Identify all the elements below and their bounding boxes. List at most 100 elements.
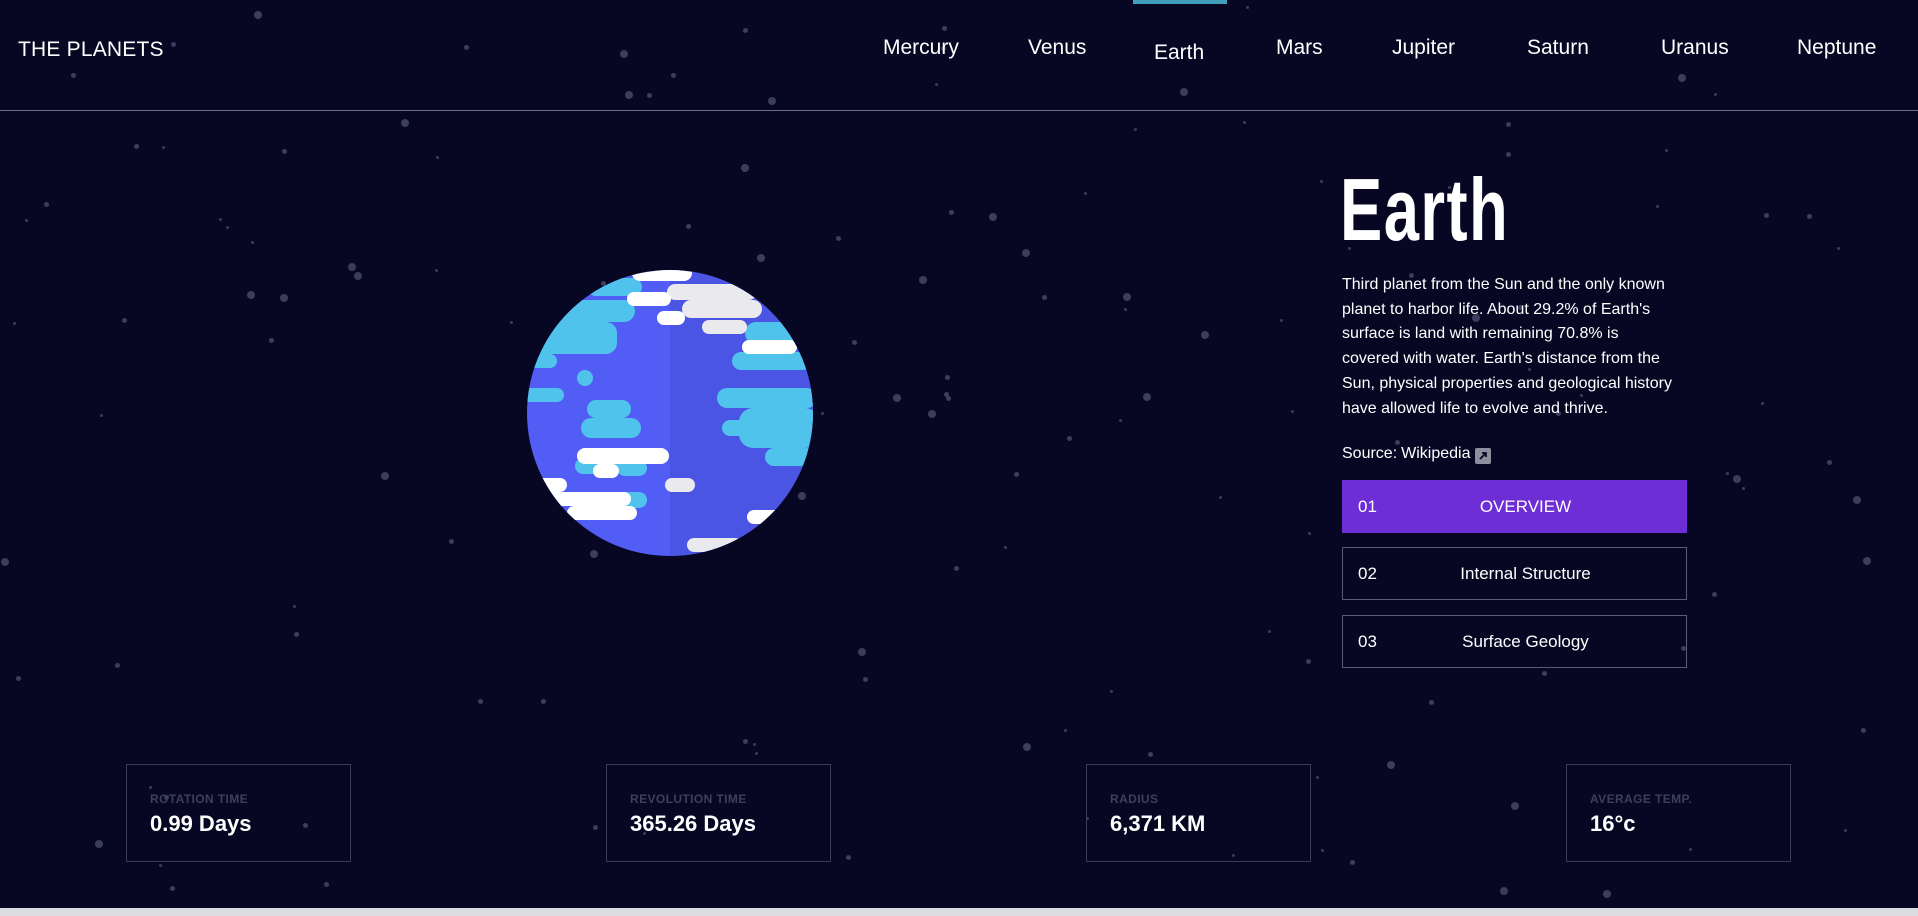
star — [743, 739, 748, 744]
nav-item-mars[interactable]: Mars — [1276, 36, 1323, 60]
tab-label: OVERVIEW — [1479, 497, 1572, 516]
star — [1506, 122, 1511, 127]
star — [269, 338, 274, 343]
star — [858, 648, 866, 656]
stat-value: 6,371 KM — [1110, 811, 1206, 836]
tab-label: Surface Geology — [1462, 632, 1589, 651]
star — [1837, 247, 1840, 250]
nav-item-mercury[interactable]: Mercury — [883, 36, 959, 60]
star — [282, 149, 287, 154]
star — [989, 213, 997, 221]
planet-description: Third planet from the Sun and the only k… — [1342, 276, 1672, 417]
star — [919, 276, 927, 284]
star — [541, 699, 546, 704]
star — [1042, 295, 1047, 300]
star — [25, 219, 28, 222]
star — [100, 414, 103, 417]
star — [219, 218, 222, 221]
star — [946, 396, 951, 401]
tab-internal-structure[interactable]: 02 Internal Structure — [1342, 547, 1687, 600]
star — [1123, 293, 1131, 301]
tab-label: Internal Structure — [1460, 564, 1591, 583]
star — [954, 566, 959, 571]
star — [122, 318, 127, 323]
star — [251, 241, 254, 244]
star — [846, 855, 851, 860]
nav-item-neptune[interactable]: Neptune — [1797, 36, 1876, 60]
star — [162, 146, 165, 149]
stat-value: 365.26 Days — [630, 811, 756, 836]
source-link[interactable]: Wikipedia — [1401, 445, 1470, 463]
stat-rotation-time: ROTATION TIME 0.99 Days — [126, 764, 351, 862]
star — [1243, 121, 1246, 124]
external-link-icon[interactable] — [1474, 448, 1491, 464]
star — [945, 375, 950, 380]
nav-item-saturn[interactable]: Saturn — [1527, 36, 1589, 60]
nav-item-venus[interactable]: Venus — [1028, 36, 1086, 60]
stat-value: 0.99 Days — [150, 811, 252, 836]
star — [1511, 802, 1519, 810]
nav-item-jupiter[interactable]: Jupiter — [1392, 36, 1455, 60]
stat-radius: RADIUS 6,371 KM — [1086, 764, 1311, 862]
star — [510, 321, 513, 324]
star — [449, 539, 454, 544]
star — [1853, 496, 1861, 504]
star — [949, 210, 954, 215]
star — [247, 291, 255, 299]
stat-label: ROTATION TIME — [150, 792, 249, 806]
source-label: Source: — [1342, 445, 1398, 462]
star — [836, 236, 841, 241]
star — [1110, 690, 1113, 693]
star — [95, 840, 103, 848]
star — [348, 263, 356, 271]
star — [757, 254, 765, 262]
star — [16, 676, 21, 681]
star — [1500, 887, 1508, 895]
nav-item-uranus[interactable]: Uranus — [1661, 36, 1729, 60]
star — [1280, 319, 1283, 322]
star — [1350, 860, 1355, 865]
star — [1219, 496, 1222, 499]
star — [1014, 472, 1019, 477]
site-logo[interactable]: THE PLANETS — [18, 38, 164, 62]
star — [324, 882, 329, 887]
star — [293, 605, 296, 608]
planet-title: Earth — [1340, 160, 1510, 259]
star — [1665, 149, 1668, 152]
stat-label: AVERAGE TEMP. — [1590, 792, 1693, 806]
stat-revolution-time: REVOLUTION TIME 365.26 Days — [606, 764, 831, 862]
star — [1742, 487, 1745, 490]
star — [435, 269, 438, 272]
star — [753, 743, 756, 746]
star — [1387, 761, 1395, 769]
active-nav-indicator — [1133, 0, 1227, 4]
star — [1320, 180, 1323, 183]
star — [852, 340, 857, 345]
star — [741, 164, 749, 172]
star — [1712, 592, 1717, 597]
star — [13, 322, 16, 325]
star — [1506, 152, 1511, 157]
star — [354, 272, 362, 280]
stat-average-temp: AVERAGE TEMP. 16°c — [1566, 764, 1791, 862]
star — [134, 144, 139, 149]
star — [1124, 308, 1127, 311]
star — [1316, 776, 1319, 779]
earth-illustration — [527, 270, 813, 556]
star — [1119, 419, 1122, 422]
star — [863, 677, 868, 682]
tab-surface-geology[interactable]: 03 Surface Geology — [1342, 615, 1687, 668]
star — [401, 119, 409, 127]
nav-item-earth[interactable]: Earth — [1154, 41, 1204, 65]
star — [381, 472, 389, 480]
star — [1863, 557, 1871, 565]
tab-overview[interactable]: 01 OVERVIEW — [1342, 480, 1687, 533]
star — [478, 699, 483, 704]
stat-value: 16°c — [1590, 811, 1636, 836]
star — [170, 886, 175, 891]
star — [1143, 393, 1151, 401]
star — [1308, 532, 1311, 535]
star — [1134, 128, 1137, 131]
star — [1, 558, 9, 566]
stat-label: RADIUS — [1110, 792, 1159, 806]
